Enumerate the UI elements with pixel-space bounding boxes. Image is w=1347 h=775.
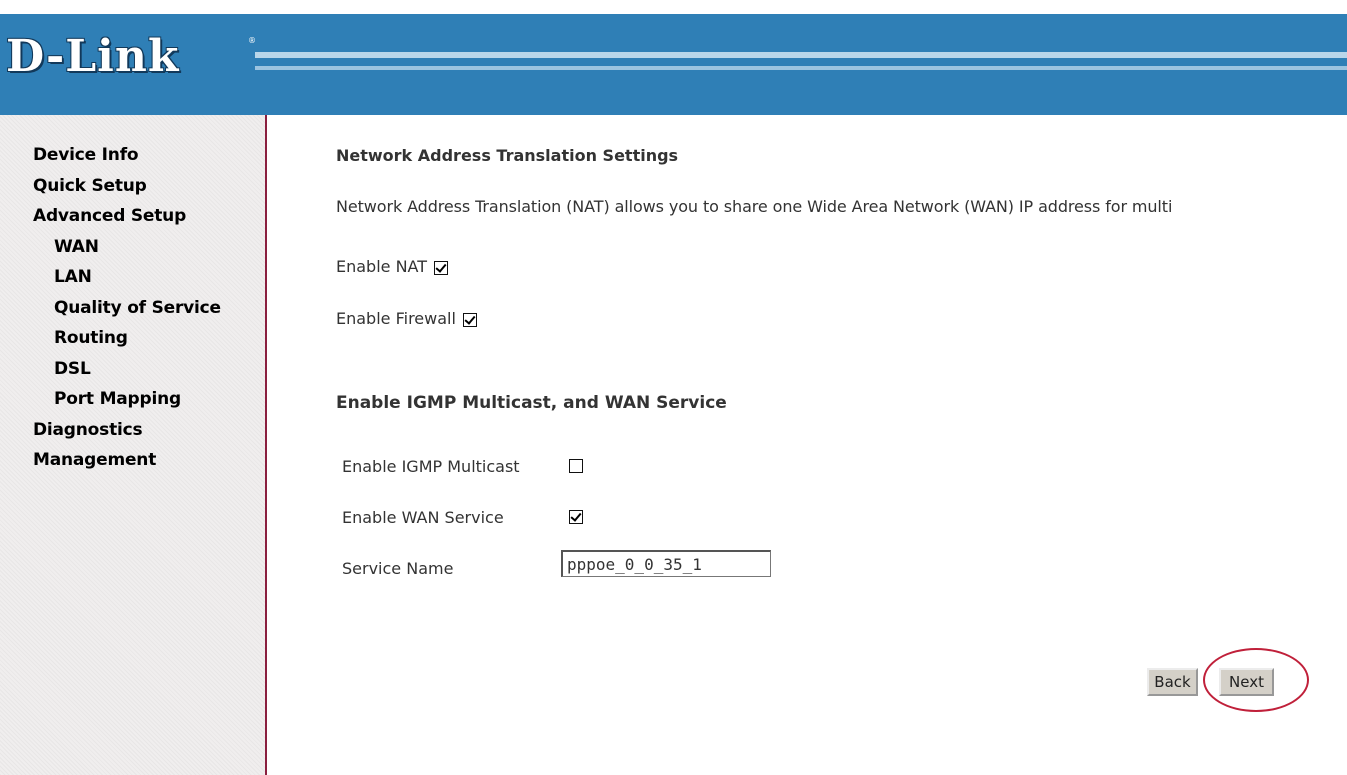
back-button[interactable]: Back (1147, 668, 1198, 696)
header-banner: D-Link ® (0, 14, 1347, 115)
enable-firewall-label: Enable Firewall (336, 309, 456, 328)
sidebar-item-port-mapping[interactable]: Port Mapping (33, 388, 221, 419)
page-title: Network Address Translation Settings (336, 146, 679, 165)
top-margin (0, 0, 1347, 14)
sidebar-item-lan[interactable]: LAN (33, 266, 221, 297)
sidebar: Device Info Quick Setup Advanced Setup W… (0, 115, 267, 775)
sidebar-nav: Device Info Quick Setup Advanced Setup W… (33, 144, 221, 480)
sidebar-item-dsl[interactable]: DSL (33, 358, 221, 389)
header-stripe-secondary (255, 66, 1347, 70)
sidebar-item-quick-setup[interactable]: Quick Setup (33, 175, 221, 206)
enable-nat-checkbox[interactable] (434, 260, 449, 275)
enable-firewall-checkbox[interactable] (463, 312, 478, 327)
dlink-logo: D-Link (6, 31, 180, 82)
igmp-multicast-checkbox[interactable] (569, 459, 583, 473)
sidebar-item-routing[interactable]: Routing (33, 327, 221, 358)
sidebar-item-device-info[interactable]: Device Info (33, 144, 221, 175)
sidebar-item-diagnostics[interactable]: Diagnostics (33, 419, 221, 450)
main-content: Network Address Translation Settings Net… (267, 115, 1347, 775)
sidebar-item-advanced-setup[interactable]: Advanced Setup (33, 205, 221, 236)
wan-service-checkbox[interactable] (569, 510, 583, 524)
header-stripe (255, 52, 1347, 58)
service-name-label: Service Name (342, 559, 454, 578)
igmp-label: Enable IGMP Multicast (342, 457, 520, 476)
section-title-igmp-wan: Enable IGMP Multicast, and WAN Service (336, 393, 727, 413)
sidebar-item-wan[interactable]: WAN (33, 236, 221, 267)
highlight-circle (1203, 648, 1309, 712)
enable-nat-row: Enable NAT (336, 257, 449, 276)
service-name-input[interactable] (561, 550, 771, 577)
enable-firewall-row: Enable Firewall (336, 309, 478, 328)
nat-description: Network Address Translation (NAT) allows… (336, 197, 1173, 216)
sidebar-item-management[interactable]: Management (33, 449, 221, 480)
registered-mark: ® (248, 36, 256, 45)
wan-service-label: Enable WAN Service (342, 508, 504, 527)
enable-nat-label: Enable NAT (336, 257, 428, 276)
sidebar-item-quality-of-service[interactable]: Quality of Service (33, 297, 221, 328)
